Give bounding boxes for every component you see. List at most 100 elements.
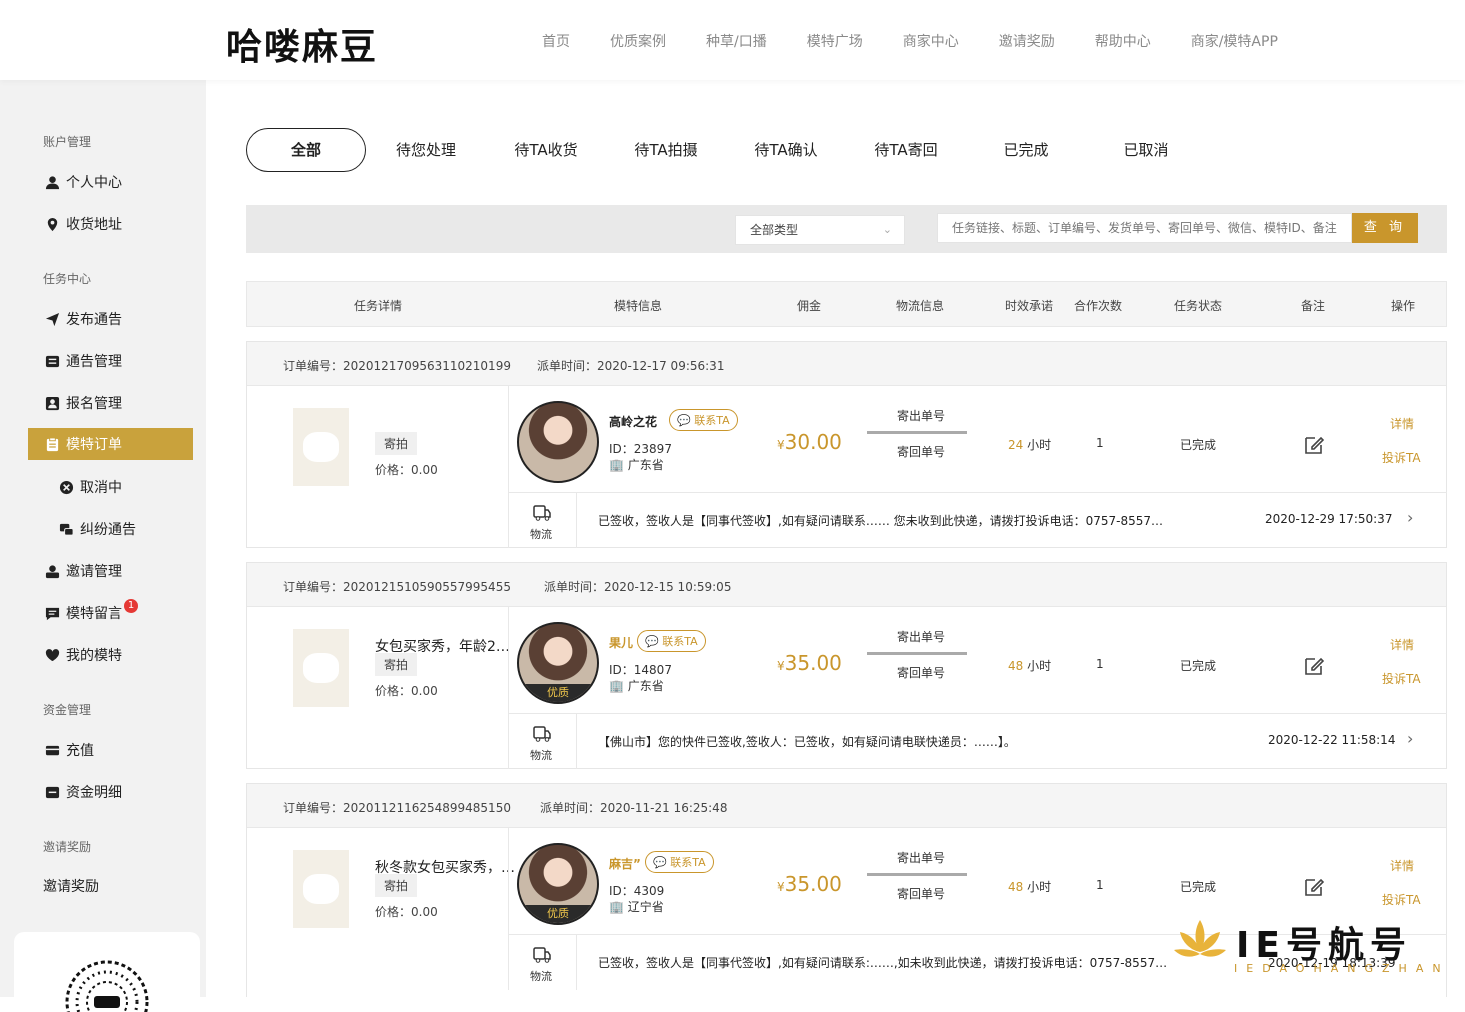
ship-back-label: 寄回单号	[897, 445, 946, 459]
divider	[508, 934, 1447, 935]
model-avatar[interactable]	[517, 401, 599, 483]
tracking-info: 已签收，签收人是【同事代签收】,如有疑问请联系…… 您未收到此快递，请拨打投诉电…	[598, 514, 1164, 528]
dispatch-time: 派单时间：2020-11-21 16:25:48	[540, 801, 728, 815]
sidebar-item-fund-details[interactable]: 资金明细	[28, 776, 193, 808]
tab-all[interactable]: 全部	[246, 128, 366, 172]
tab-cancelled[interactable]: 已取消	[1086, 129, 1206, 171]
ship-out-label: 寄出单号	[897, 409, 946, 423]
sidebar-item-my-models[interactable]: 我的模特	[28, 639, 193, 671]
edit-remark-icon[interactable]	[1303, 655, 1325, 677]
model-id: ID：23897	[609, 442, 672, 456]
sidebar-item-invite-reward[interactable]: 邀请奖励	[28, 870, 193, 902]
col-task-detail: 任务详情	[353, 299, 403, 313]
heart-icon	[44, 647, 60, 663]
col-task-status: 任务状态	[1173, 299, 1223, 313]
dispute-icon	[58, 521, 74, 537]
tracking-time: 2020-12-22 11:58:14	[1268, 733, 1396, 747]
sidebar-item-invite-manage[interactable]: 邀请管理	[28, 555, 193, 587]
tab-pending-you[interactable]: 待您处理	[366, 129, 486, 171]
order-header: 订单编号：2020121510590557995455 派单时间：2020-12…	[247, 563, 1446, 607]
task-type-tag: 寄拍	[375, 874, 418, 897]
nav-home[interactable]: 首页	[542, 31, 570, 51]
search-input[interactable]	[937, 213, 1352, 243]
tab-pending-shoot[interactable]: 待TA拍摄	[606, 129, 726, 171]
tab-pending-return[interactable]: 待TA寄回	[846, 129, 966, 171]
ship-out-label: 寄出单号	[897, 630, 946, 644]
edit-remark-icon[interactable]	[1303, 434, 1325, 456]
sidebar-item-model-orders[interactable]: 模特订单	[28, 428, 193, 460]
contact-button[interactable]: 💬 联系TA	[645, 851, 714, 873]
tab-pending-confirm[interactable]: 待TA确认	[726, 129, 846, 171]
sidebar-item-signup-manage[interactable]: 报名管理	[28, 387, 193, 419]
nav-seeding[interactable]: 种草/口播	[706, 31, 767, 51]
complain-link[interactable]: 投诉TA	[1382, 670, 1421, 687]
sidebar-item-address[interactable]: 收货地址	[28, 208, 193, 240]
product-thumbnail[interactable]	[293, 629, 349, 707]
col-remark: 备注	[1300, 299, 1326, 313]
sidebar-item-label: 纠纷通告	[80, 522, 136, 538]
ledger-icon	[44, 784, 60, 800]
sidebar-item-label: 模特留言	[66, 606, 122, 622]
detail-link[interactable]: 详情	[1390, 636, 1414, 653]
tab-completed[interactable]: 已完成	[966, 129, 1086, 171]
list-icon	[44, 353, 60, 369]
top-header: 哈喽麻豆 首页 优质案例 种草/口播 模特广场 商家中心 邀请奖励 帮助中心 商…	[0, 0, 1465, 80]
chevron-right-icon[interactable]: ›	[1407, 508, 1413, 527]
nav-help-center[interactable]: 帮助中心	[1095, 31, 1151, 51]
type-select[interactable]: 全部类型 ⌄	[735, 215, 905, 245]
col-coop-count: 合作次数	[1073, 299, 1123, 313]
nav-cases[interactable]: 优质案例	[610, 31, 666, 51]
complain-link[interactable]: 投诉TA	[1382, 449, 1421, 466]
task-status: 已完成	[1180, 438, 1217, 452]
divider	[508, 607, 509, 769]
task-status: 已完成	[1180, 659, 1217, 673]
model-name: 果儿	[609, 636, 634, 650]
sidebar-item-label: 模特订单	[66, 437, 122, 453]
order-header: 订单编号：2020112116254899485150 派单时间：2020-11…	[247, 784, 1446, 828]
contact-button[interactable]: 💬 联系TA	[637, 630, 706, 652]
commission: ¥35.00	[777, 651, 842, 675]
task-type-tag: 寄拍	[375, 432, 418, 455]
chevron-right-icon[interactable]: ›	[1407, 729, 1413, 748]
col-model-info: 模特信息	[613, 299, 663, 313]
location-icon	[44, 216, 60, 232]
site-logo[interactable]: 哈喽麻豆	[226, 18, 378, 70]
sidebar-item-label: 充值	[66, 743, 94, 759]
product-thumbnail[interactable]	[293, 850, 349, 928]
order-card: 订单编号：2020121510590557995455 派单时间：2020-12…	[246, 562, 1447, 769]
filter-bar: 全部类型 ⌄ 查 询	[246, 205, 1447, 253]
product-thumbnail[interactable]	[293, 408, 349, 486]
sidebar-item-publish[interactable]: 发布通告	[28, 303, 193, 335]
order-number: 订单编号：2020121510590557995455	[283, 580, 511, 594]
nav-model-plaza[interactable]: 模特广场	[807, 31, 863, 51]
sidebar-item-notice-manage[interactable]: 通告管理	[28, 345, 193, 377]
sidebar-item-profile[interactable]: 个人中心	[28, 166, 193, 198]
tab-pending-receive[interactable]: 待TA收货	[486, 129, 606, 171]
detail-link[interactable]: 详情	[1390, 415, 1414, 432]
sidebar-item-recharge[interactable]: 充值	[28, 734, 193, 766]
search-button[interactable]: 查 询	[1352, 213, 1418, 243]
order-card: 订单编号：2020112116254899485150 派单时间：2020-11…	[246, 783, 1447, 997]
nav-invite-reward[interactable]: 邀请奖励	[999, 31, 1055, 51]
model-avatar[interactable]: 优质	[517, 843, 599, 925]
divider	[508, 492, 1447, 493]
model-name: 麻吉”	[609, 857, 641, 871]
sidebar-item-label: 报名管理	[66, 396, 122, 412]
contact-button[interactable]: 💬 联系TA	[669, 409, 738, 431]
model-province: 🏢 广东省	[609, 679, 664, 693]
edit-remark-icon[interactable]	[1303, 876, 1325, 898]
model-avatar[interactable]: 优质	[517, 622, 599, 704]
sidebar-item-dispute[interactable]: 纠纷通告	[28, 513, 193, 545]
tracking-time: 2020-12-19 18:13:39	[1268, 956, 1396, 970]
qr-code-icon	[65, 960, 149, 1012]
detail-link[interactable]: 详情	[1390, 857, 1414, 874]
divider	[508, 386, 509, 548]
sidebar-item-model-messages[interactable]: 模特留言 1	[28, 597, 193, 629]
sidebar-item-label: 取消中	[80, 480, 122, 496]
complain-link[interactable]: 投诉TA	[1382, 891, 1421, 908]
time-promise: 24 小时	[1008, 438, 1052, 452]
sidebar-item-cancelling[interactable]: 取消中	[28, 471, 193, 503]
redacted-number	[867, 873, 967, 876]
nav-merchant-center[interactable]: 商家中心	[903, 31, 959, 51]
nav-app[interactable]: 商家/模特APP	[1191, 31, 1278, 51]
